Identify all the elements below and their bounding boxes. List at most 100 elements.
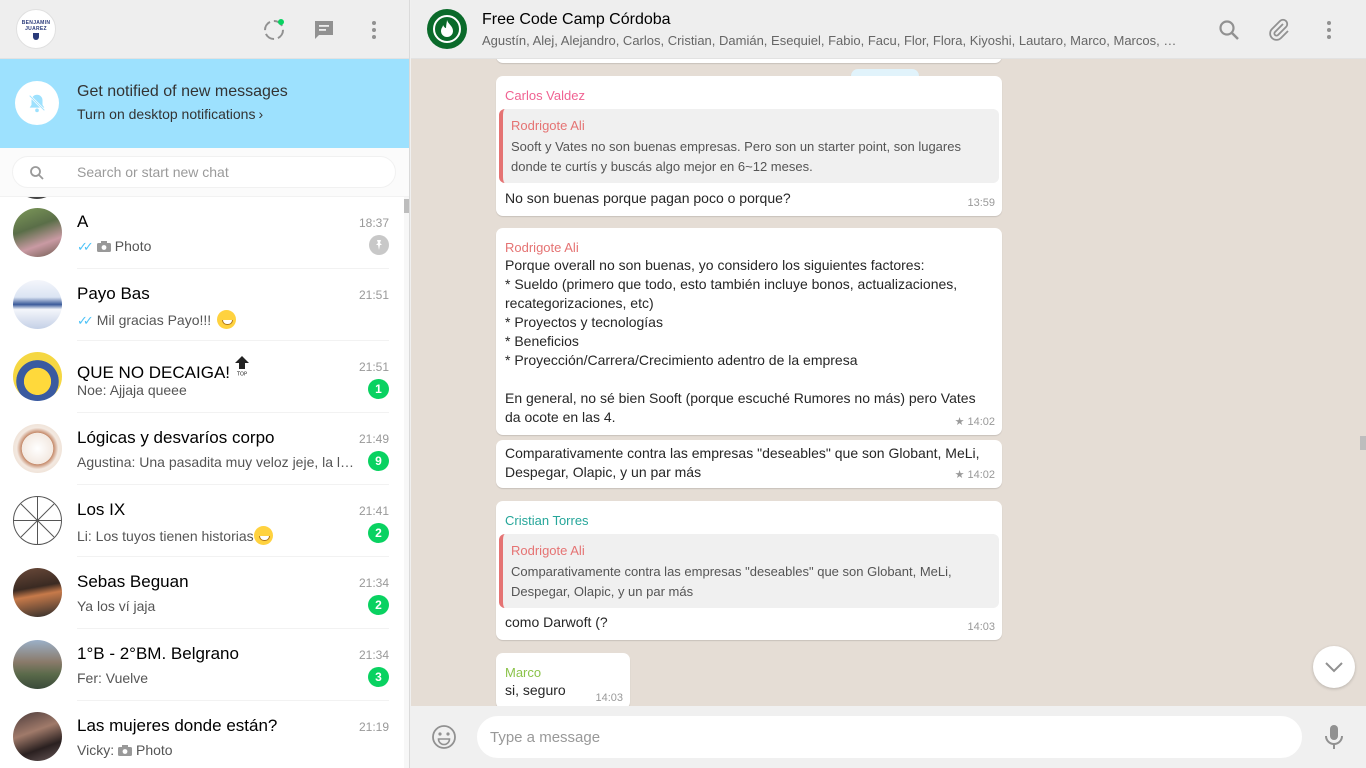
grin-emoji-icon xyxy=(217,310,237,329)
message-sender: Carlos Valdez xyxy=(505,88,585,103)
message-bubble[interactable]: Comparativamente contra las empresas "de… xyxy=(496,440,1002,488)
chat-list-panel: BENJAMIN JUAREZ Get notified of new mess… xyxy=(0,0,410,768)
conversation-title: Free Code Camp Córdoba xyxy=(482,11,671,28)
notification-banner: Get notified of new messages Turn on des… xyxy=(0,59,409,148)
chat-name: Lógicas y desvaríos corpo xyxy=(77,428,275,447)
message-time-text: 14:02 xyxy=(967,469,995,481)
flame-icon xyxy=(441,20,453,37)
profile-logo-text-line2: JUAREZ xyxy=(25,26,47,32)
profile-avatar[interactable]: BENJAMIN JUAREZ xyxy=(16,9,56,49)
scrollbar-thumb[interactable] xyxy=(1360,436,1366,450)
chat-row-payo-bas[interactable]: Payo Bas 21:51 ✓✓ Mil gracias Payo!!! xyxy=(0,269,404,341)
quoted-sender: Rodrigote Ali xyxy=(511,118,585,133)
notification-title: Get notified of new messages xyxy=(77,83,288,100)
pin-icon xyxy=(369,235,389,255)
star-icon: ★ xyxy=(954,416,965,428)
scrollbar-thumb[interactable] xyxy=(404,199,409,213)
chat-list: A 18:37 ✓✓ Photo Payo Bas 21:51 ✓✓ Mil gra… xyxy=(0,197,404,768)
message-text: Porque overall no son buenas, yo conside… xyxy=(505,257,976,425)
unread-badge: 2 xyxy=(368,595,389,615)
chat-row-a[interactable]: A 18:37 ✓✓ Photo xyxy=(0,197,404,269)
menu-icon[interactable] xyxy=(362,18,386,42)
camera-icon xyxy=(96,241,111,252)
search-messages-icon[interactable] xyxy=(1217,18,1241,42)
message-time: 13:59 xyxy=(967,197,995,209)
conversation-header[interactable]: Free Code Camp Córdoba Agustín, Alej, Al… xyxy=(411,0,1366,59)
avatar xyxy=(13,352,62,401)
chat-name: Los IX xyxy=(77,500,126,519)
message-bubble[interactable]: Rodrigote Ali Porque overall no son buen… xyxy=(496,228,1002,435)
group-avatar[interactable] xyxy=(427,9,467,49)
message-time: ★ 14:02 xyxy=(955,413,995,432)
star-struck-emoji-icon xyxy=(253,526,273,545)
attach-icon[interactable] xyxy=(1267,18,1291,42)
left-header: BENJAMIN JUAREZ xyxy=(0,0,409,59)
conversation-menu-icon[interactable] xyxy=(1317,18,1341,42)
chat-name: 1°B - 2°BM. Belgrano xyxy=(77,644,239,663)
status-icon[interactable] xyxy=(262,18,286,42)
avatar xyxy=(13,712,62,761)
message-sender: Cristian Torres xyxy=(505,513,589,528)
avatar xyxy=(13,280,62,329)
chat-preview-text: Li: Los tuyos tienen historias xyxy=(77,528,254,544)
chat-preview-text: Photo xyxy=(114,238,152,254)
quoted-text: Sooft y Vates no son buenas empresas. Pe… xyxy=(511,139,961,174)
enable-notifications-label: Turn on desktop notifications xyxy=(77,106,256,122)
scroll-to-bottom-button[interactable] xyxy=(1313,646,1355,688)
composer xyxy=(411,706,1366,768)
message-bubble[interactable]: Cristian Torres Rodrigote Ali Comparativ… xyxy=(496,501,1002,640)
message-scrollbar[interactable] xyxy=(1360,59,1366,706)
avatar xyxy=(13,424,62,473)
chat-name: Payo Bas xyxy=(77,284,150,303)
message-bubble[interactable]: Marco si, seguro 14:03 xyxy=(496,653,630,706)
avatar xyxy=(13,208,62,257)
search-box[interactable] xyxy=(12,156,396,188)
chat-name: QUE NO DECAIGA! TOP xyxy=(77,356,250,383)
chat-preview: ✓✓ Photo xyxy=(77,238,362,255)
enable-notifications-link[interactable]: Turn on desktop notifications › xyxy=(77,106,263,122)
message-text: Comparativamente contra las empresas "de… xyxy=(505,445,980,480)
unread-badge: 1 xyxy=(368,379,389,399)
chat-row-belgrano[interactable]: 1°B - 2°BM. Belgrano 21:34 Fer: Vuelve 3 xyxy=(0,629,404,701)
chat-preview: Vicky: Photo xyxy=(77,742,362,758)
message-sender: Rodrigote Ali xyxy=(505,240,579,255)
message-bubble[interactable]: Carlos Valdez Rodrigote Ali Sooft y Vate… xyxy=(496,76,1002,216)
avatar xyxy=(13,496,62,545)
microphone-icon[interactable] xyxy=(1323,724,1345,750)
chat-time: 18:37 xyxy=(358,216,389,230)
chat-name: Las mujeres donde están? xyxy=(77,716,278,735)
quoted-text: Comparativamente contra las empresas "de… xyxy=(511,564,952,599)
chat-preview: ✓✓ Mil gracias Payo!!! xyxy=(77,310,362,329)
chat-time: 21:49 xyxy=(358,432,389,446)
chat-row-las-mujeres[interactable]: Las mujeres donde están? 21:19 Vicky: Ph… xyxy=(0,701,404,768)
chat-list-scrollbar[interactable] xyxy=(404,197,409,768)
quoted-message[interactable]: Rodrigote Ali Comparativamente contra la… xyxy=(499,534,999,608)
double-check-icon: ✓✓ xyxy=(77,239,94,254)
new-chat-icon[interactable] xyxy=(312,18,336,42)
unread-badge: 9 xyxy=(368,451,389,471)
chat-time: 21:41 xyxy=(358,504,389,518)
chat-name-text: QUE NO DECAIGA! xyxy=(77,363,231,382)
chat-name: Sebas Beguan xyxy=(77,572,189,591)
chat-preview: Agustina: Una pasadita muy veloz jeje, l… xyxy=(77,454,355,470)
unread-badge: 2 xyxy=(368,523,389,543)
search-input[interactable] xyxy=(77,157,377,187)
quoted-message[interactable]: Rodrigote Ali Sooft y Vates no son buena… xyxy=(499,109,999,183)
star-icon: ★ xyxy=(954,469,965,481)
chat-time: 21:19 xyxy=(358,720,389,734)
message-input[interactable] xyxy=(477,716,1302,758)
message-time: 14:03 xyxy=(595,692,623,704)
message-area[interactable]: TODAY Carlos Valdez Rodrigote Ali Sooft … xyxy=(411,59,1366,706)
chat-preview: Ya los ví jaja xyxy=(77,598,156,614)
chat-preview: Fer: Vuelve xyxy=(77,670,149,686)
previous-message-bubble xyxy=(496,59,1002,63)
chat-preview-text: Mil gracias Payo!!! xyxy=(96,312,212,328)
emoji-icon[interactable] xyxy=(431,724,457,750)
chat-row-los-ix[interactable]: Los IX 21:41 Li: Los tuyos tienen histor… xyxy=(0,485,404,557)
chat-time: 21:51 xyxy=(358,360,389,374)
chat-row-sebas-beguan[interactable]: Sebas Beguan 21:34 Ya los ví jaja 2 xyxy=(0,557,404,629)
chat-row-logicas-y-desvarios[interactable]: Lógicas y desvaríos corpo 21:49 Agustina… xyxy=(0,413,404,485)
avatar xyxy=(13,568,62,617)
bell-off-icon xyxy=(15,81,59,125)
chat-row-que-no-decaiga[interactable]: QUE NO DECAIGA! TOP 21:51 Noe: Ajjaja que… xyxy=(0,341,404,413)
